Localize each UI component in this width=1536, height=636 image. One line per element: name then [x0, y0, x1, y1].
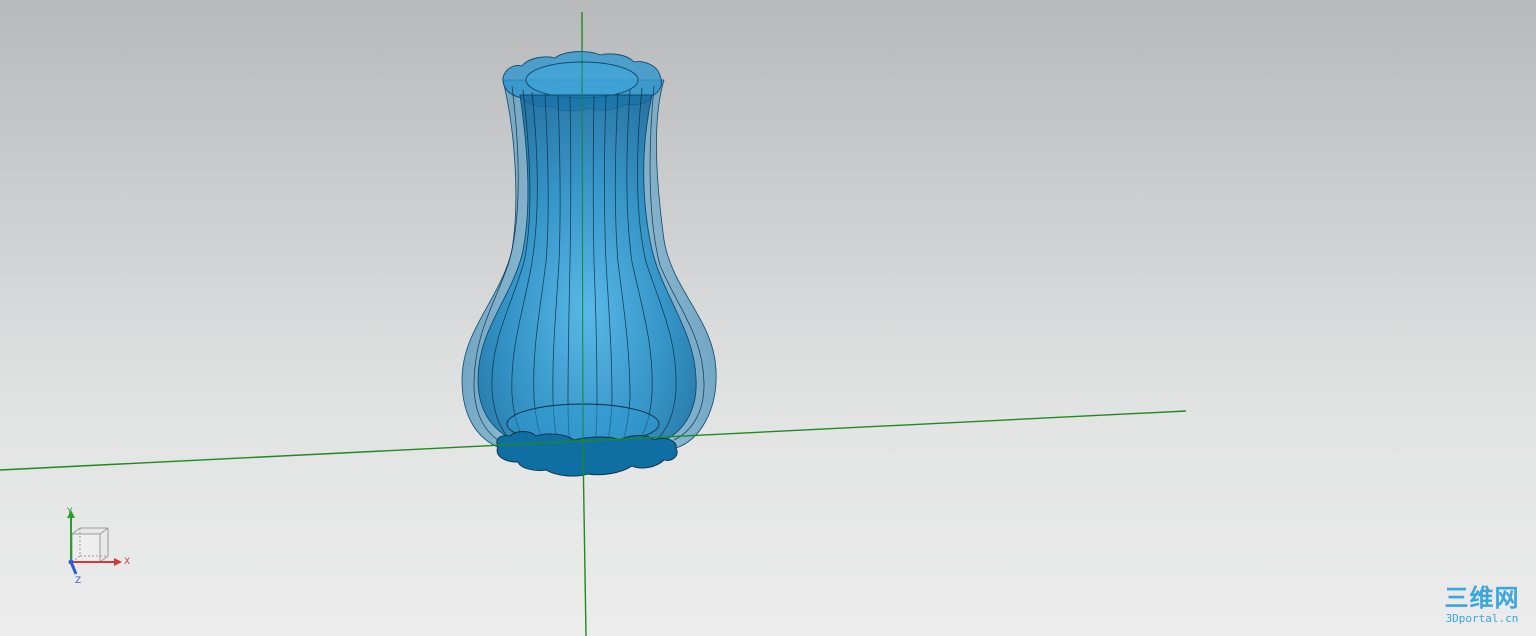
- triad-cube-icon: [67, 510, 122, 575]
- triad-y-label: Y: [67, 507, 73, 517]
- watermark-subtitle: 3Dportal.cn: [1445, 612, 1519, 625]
- watermark-title: 三维网: [1444, 584, 1520, 612]
- z-axis-line-front: [582, 447, 587, 636]
- watermark-logo: 三维网 3Dportal.cn: [1436, 584, 1532, 630]
- triad-z-label: Z: [75, 576, 82, 586]
- triad-x-label: X: [124, 557, 131, 567]
- model-scene[interactable]: [0, 0, 1536, 636]
- graphics-viewport[interactable]: Y X Z 三维网 3Dportal.cn: [0, 0, 1536, 636]
- view-triad[interactable]: Y X Z: [58, 506, 138, 588]
